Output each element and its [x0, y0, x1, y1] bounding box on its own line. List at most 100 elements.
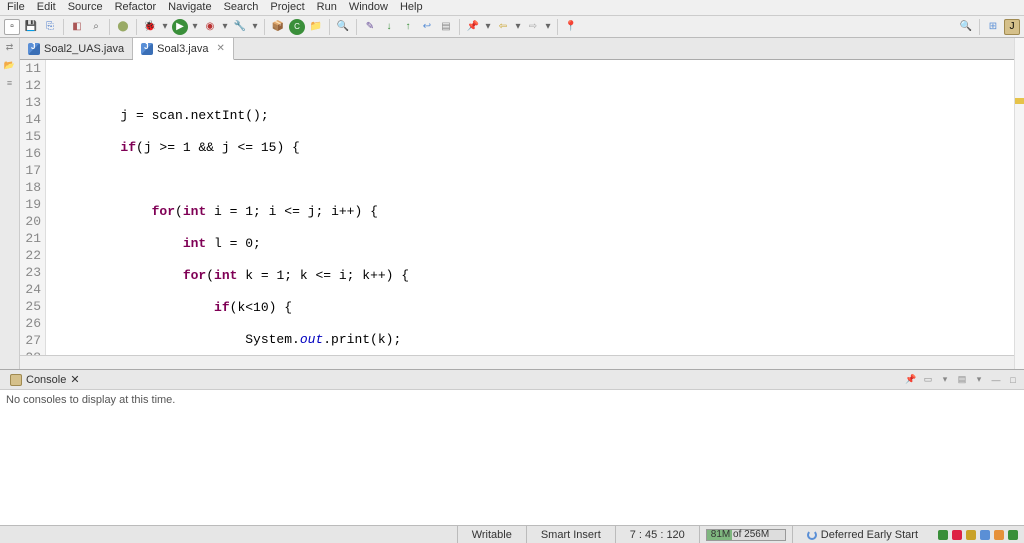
java-file-icon: [141, 43, 153, 55]
warning-marker[interactable]: [1015, 98, 1024, 104]
pin-editor-icon[interactable]: 📍: [563, 19, 579, 35]
status-deferred: Deferred Early Start: [792, 526, 932, 543]
editor-tab-soal3[interactable]: Soal3.java ✕: [133, 38, 234, 60]
dropdown-icon[interactable]: ▾: [251, 19, 259, 35]
java-file-icon: [28, 43, 40, 55]
prev-annotation-icon[interactable]: ↑: [400, 19, 416, 35]
last-edit-icon[interactable]: ↩: [419, 19, 435, 35]
progress-icon: [807, 530, 817, 540]
save-all-icon[interactable]: ⎘: [42, 19, 58, 35]
status-tray: [932, 530, 1024, 540]
pin-icon[interactable]: 📌: [465, 19, 481, 35]
editor-tab-soal2[interactable]: Soal2_UAS.java: [20, 38, 133, 59]
debug-icon[interactable]: 🐞: [142, 19, 158, 35]
editor-main: Soal2_UAS.java Soal3.java ✕ ▴▾ 111213141…: [20, 38, 1014, 369]
console-view: Console ✕ 📌 ▭ ▾ ▤ ▾ — □ No consoles to d…: [0, 370, 1024, 525]
status-writable: Writable: [457, 526, 526, 543]
separator: [329, 19, 330, 35]
next-annotation-icon[interactable]: ↓: [381, 19, 397, 35]
console-icon: [10, 374, 22, 386]
dropdown-icon[interactable]: ▾: [514, 19, 522, 35]
close-icon[interactable]: ✕: [216, 43, 224, 54]
horizontal-scrollbar[interactable]: [20, 355, 1014, 369]
overview-ruler[interactable]: [1014, 38, 1024, 369]
dropdown-icon[interactable]: ▾: [484, 19, 492, 35]
quick-access-icon[interactable]: 🔍: [958, 19, 974, 35]
tray-icon[interactable]: [952, 530, 962, 540]
skip-breakpoints-icon[interactable]: ⬤: [115, 19, 131, 35]
save-icon[interactable]: 💾: [23, 19, 39, 35]
view-rail-left: ⇄ 📂 ≡: [0, 38, 20, 369]
new-package-icon[interactable]: 📦: [270, 19, 286, 35]
dropdown-icon[interactable]: ▾: [938, 373, 952, 387]
new-icon[interactable]: ▫: [4, 19, 20, 35]
minimize-icon[interactable]: —: [989, 373, 1003, 387]
menu-search[interactable]: Search: [219, 1, 264, 14]
separator: [356, 19, 357, 35]
close-icon[interactable]: ✕: [70, 373, 79, 386]
open-console-icon[interactable]: ▤: [955, 373, 969, 387]
menu-refactor[interactable]: Refactor: [110, 1, 162, 14]
external-tools-icon[interactable]: 🔧: [232, 19, 248, 35]
editor-tab-row: Soal2_UAS.java Soal3.java ✕: [20, 38, 1014, 60]
perspective-icon[interactable]: ⊞: [985, 19, 1001, 35]
toggle-mark-icon[interactable]: ✎: [362, 19, 378, 35]
tray-icon[interactable]: [1008, 530, 1018, 540]
menu-file[interactable]: File: [2, 1, 30, 14]
build-icon[interactable]: ◧: [69, 19, 85, 35]
dropdown-icon[interactable]: ▾: [544, 19, 552, 35]
new-folder-icon[interactable]: 📁: [308, 19, 324, 35]
menu-edit[interactable]: Edit: [32, 1, 61, 14]
menu-source[interactable]: Source: [63, 1, 108, 14]
line-gutter: 1112131415 1617181920 2122232425 2627282…: [20, 60, 46, 355]
tray-icon[interactable]: [994, 530, 1004, 540]
menu-navigate[interactable]: Navigate: [163, 1, 216, 14]
console-message: No consoles to display at this time.: [6, 394, 175, 406]
coverage-icon[interactable]: ◉: [202, 19, 218, 35]
separator: [109, 19, 110, 35]
console-title: Console: [26, 374, 66, 386]
outline-rail-icon[interactable]: ≡: [3, 78, 17, 92]
dropdown-icon[interactable]: ▾: [972, 373, 986, 387]
toggle-block-icon[interactable]: ▤: [438, 19, 454, 35]
new-class-icon[interactable]: C: [289, 19, 305, 35]
menu-run[interactable]: Run: [312, 1, 342, 14]
code-content[interactable]: j = scan.nextInt(); if(j >= 1 && j <= 15…: [46, 60, 1014, 355]
console-body: No consoles to display at this time.: [0, 390, 1024, 525]
tray-icon[interactable]: [938, 530, 948, 540]
menu-help[interactable]: Help: [395, 1, 428, 14]
separator: [264, 19, 265, 35]
open-type-icon[interactable]: ⌕: [88, 19, 104, 35]
console-toolbar: 📌 ▭ ▾ ▤ ▾ — □: [904, 373, 1020, 387]
menu-bar: File Edit Source Refactor Navigate Searc…: [0, 0, 1024, 16]
separator: [136, 19, 137, 35]
dropdown-icon[interactable]: ▾: [161, 19, 169, 35]
status-heap[interactable]: 81M of 256M: [699, 526, 792, 543]
menu-project[interactable]: Project: [265, 1, 309, 14]
separator: [557, 19, 558, 35]
tab-label: Soal2_UAS.java: [44, 43, 124, 55]
dropdown-icon[interactable]: ▾: [221, 19, 229, 35]
maximize-icon[interactable]: □: [1006, 373, 1020, 387]
minimize-icon[interactable]: ⇄: [3, 42, 17, 56]
pin-console-icon[interactable]: 📌: [904, 373, 918, 387]
status-insert-mode: Smart Insert: [526, 526, 615, 543]
dropdown-icon[interactable]: ▾: [191, 19, 199, 35]
search-icon[interactable]: 🔍: [335, 19, 351, 35]
java-perspective-icon[interactable]: J: [1004, 19, 1020, 35]
forward-icon[interactable]: ⇨: [525, 19, 541, 35]
workspace: ⇄ 📂 ≡ Soal2_UAS.java Soal3.java ✕ ▴▾ 111…: [0, 38, 1024, 525]
tray-icon[interactable]: [966, 530, 976, 540]
tray-icon[interactable]: [980, 530, 990, 540]
display-console-icon[interactable]: ▭: [921, 373, 935, 387]
run-icon[interactable]: ▶: [172, 19, 188, 35]
back-icon[interactable]: ⇦: [495, 19, 511, 35]
package-explorer-icon[interactable]: 📂: [3, 60, 17, 74]
main-toolbar: ▫ 💾 ⎘ ◧ ⌕ ⬤ 🐞 ▾ ▶ ▾ ◉ ▾ 🔧 ▾ 📦 C 📁 🔍 ✎ ↓ …: [0, 16, 1024, 38]
editor-area: ⇄ 📂 ≡ Soal2_UAS.java Soal3.java ✕ ▴▾ 111…: [0, 38, 1024, 370]
console-tab-row: Console ✕ 📌 ▭ ▾ ▤ ▾ — □: [0, 370, 1024, 390]
menu-window[interactable]: Window: [344, 1, 393, 14]
heap-bar[interactable]: 81M of 256M: [706, 529, 786, 541]
console-tab[interactable]: Console ✕: [4, 371, 86, 388]
code-editor[interactable]: 1112131415 1617181920 2122232425 2627282…: [20, 60, 1014, 355]
